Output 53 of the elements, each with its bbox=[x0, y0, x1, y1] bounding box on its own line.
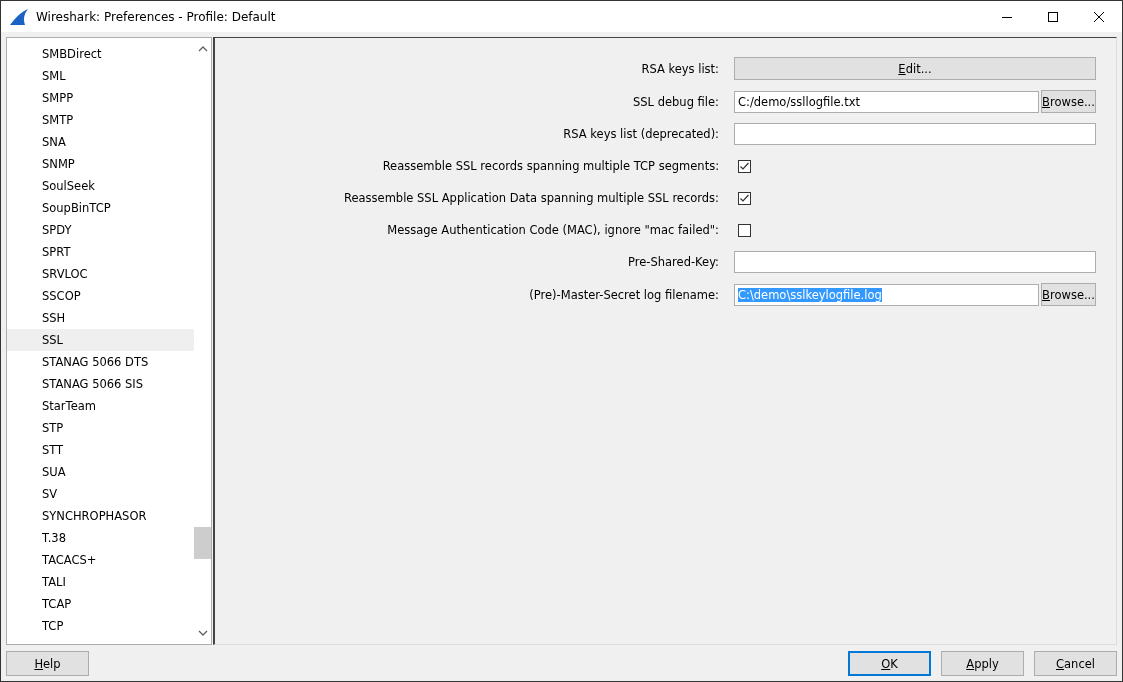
setting-label: SSL debug file: bbox=[632, 94, 719, 109]
browse-button[interactable]: Browse... bbox=[1041, 90, 1096, 113]
dialog-button[interactable]: Cancel bbox=[1034, 651, 1117, 676]
text-field[interactable] bbox=[734, 251, 1096, 273]
protocol-item[interactable]: SMTP bbox=[7, 109, 194, 131]
protocol-item[interactable]: TALI bbox=[7, 571, 194, 593]
protocol-item[interactable]: STT bbox=[7, 439, 194, 461]
window-title: Wireshark: Preferences - Profile: Default bbox=[36, 9, 277, 24]
shark-fin-icon bbox=[9, 7, 29, 26]
scroll-down-icon[interactable] bbox=[197, 630, 208, 636]
protocol-item[interactable]: TCP bbox=[7, 615, 194, 637]
checkbox[interactable] bbox=[738, 159, 751, 173]
checkbox[interactable] bbox=[738, 191, 751, 205]
protocol-item[interactable]: SUA bbox=[7, 461, 194, 483]
protocol-item[interactable]: SV bbox=[7, 483, 194, 505]
protocol-item[interactable]: TACACS+ bbox=[7, 549, 194, 571]
setting-label: RSA keys list: bbox=[640, 61, 719, 76]
protocol-item[interactable]: SPDY bbox=[7, 219, 194, 241]
protocol-item[interactable]: SRVLOC bbox=[7, 263, 194, 285]
protocol-item[interactable]: T.38 bbox=[7, 527, 194, 549]
scroll-up-icon[interactable] bbox=[197, 46, 208, 52]
protocol-item[interactable]: STP bbox=[7, 417, 194, 439]
protocol-item[interactable]: TCAP bbox=[7, 593, 194, 615]
setting-label: RSA keys list (deprecated): bbox=[562, 127, 719, 141]
dialog-button[interactable]: Apply bbox=[941, 651, 1024, 676]
protocol-item[interactable]: SSH bbox=[7, 307, 194, 329]
setting-label: (Pre)-Master-Secret log filename: bbox=[528, 287, 719, 302]
text-field[interactable] bbox=[734, 123, 1096, 145]
protocol-item[interactable]: STANAG 5066 SIS bbox=[7, 373, 194, 395]
protocol-item[interactable]: SYNCHROPHASOR bbox=[7, 505, 194, 527]
protocol-item[interactable]: SSCOP bbox=[7, 285, 194, 307]
protocol-item[interactable]: SNA bbox=[7, 131, 194, 153]
help-button[interactable]: Help bbox=[6, 651, 89, 676]
protocol-item[interactable]: SMBDirect bbox=[7, 43, 194, 65]
file-path-field[interactable]: C:/demo/ssllogfile.txt bbox=[734, 90, 1039, 113]
browse-button[interactable]: Browse... bbox=[1041, 283, 1096, 306]
scrollbar-thumb[interactable] bbox=[194, 527, 211, 559]
protocol-item[interactable]: SML bbox=[7, 65, 194, 87]
protocol-item[interactable]: SSL bbox=[7, 329, 194, 351]
protocol-item[interactable]: StarTeam bbox=[7, 395, 194, 417]
protocol-item[interactable]: SPRT bbox=[7, 241, 194, 263]
protocol-item[interactable]: STANAG 5066 DTS bbox=[7, 351, 194, 373]
checkbox[interactable] bbox=[738, 223, 751, 237]
setting-label: Reassemble SSL records spanning multiple TCP segments: bbox=[381, 159, 719, 173]
protocol-item[interactable]: SNMP bbox=[7, 153, 194, 175]
setting-label: Reassemble SSL Application Data spanning multiple SSL records: bbox=[343, 191, 719, 205]
protocol-item[interactable]: SMPP bbox=[7, 87, 194, 109]
protocol-item[interactable]: SoupBinTCP bbox=[7, 197, 194, 219]
dialog-button[interactable]: OK bbox=[848, 651, 931, 676]
edit-button[interactable]: Edit... bbox=[734, 57, 1096, 80]
setting-label: Message Authentication Code (MAC), ignore "mac failed": bbox=[386, 223, 719, 237]
protocol-item[interactable]: SoulSeek bbox=[7, 175, 194, 197]
setting-label: Pre-Shared-Key: bbox=[627, 255, 719, 269]
